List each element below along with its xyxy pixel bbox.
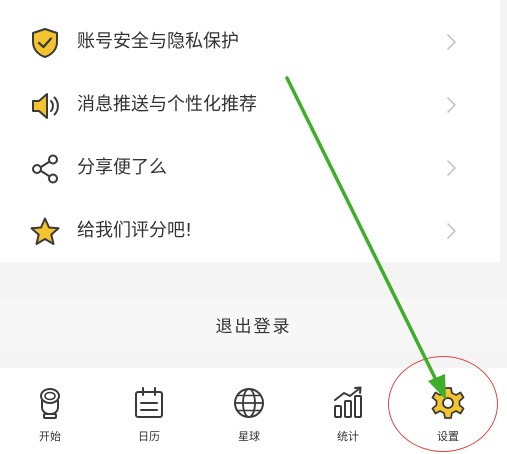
chevron-right-icon (441, 32, 461, 52)
globe-icon (231, 385, 267, 421)
chevron-right-icon (441, 221, 461, 241)
tab-start[interactable]: 开始 (0, 368, 100, 454)
tab-planet[interactable]: 星球 (199, 368, 299, 454)
stats-icon (330, 385, 366, 421)
chevron-right-icon (441, 158, 461, 178)
section-gap (0, 262, 507, 298)
star-icon (28, 215, 62, 249)
tab-label: 开始 (39, 430, 61, 443)
menu-item-share[interactable]: 分享便了么 (0, 137, 500, 199)
menu-item-rate-us[interactable]: 给我们评分吧! (0, 200, 500, 262)
menu-item-push-notifications[interactable]: 消息推送与个性化推荐 (0, 74, 500, 136)
menu-item-label: 给我们评分吧! (77, 220, 193, 241)
tab-label: 统计 (337, 430, 359, 443)
menu-item-label: 账号安全与隐私保护 (77, 31, 239, 52)
gear-icon (430, 385, 466, 421)
toilet-icon (32, 385, 68, 421)
chevron-right-icon (441, 95, 461, 115)
logout-label: 退出登录 (215, 317, 292, 337)
logout-button[interactable]: 退出登录 (0, 298, 507, 352)
tab-stats[interactable]: 统计 (298, 368, 398, 454)
speaker-icon (28, 89, 62, 123)
menu-item-label: 消息推送与个性化推荐 (77, 94, 257, 115)
calendar-icon (131, 385, 167, 421)
tab-label: 日历 (138, 430, 160, 443)
tab-calendar[interactable]: 日历 (99, 368, 199, 454)
tab-settings[interactable]: 设置 (398, 368, 498, 454)
share-icon (28, 152, 62, 186)
menu-item-account-security[interactable]: 账号安全与隐私保护 (0, 11, 500, 73)
shield-check-icon (28, 26, 62, 60)
settings-list: 账号安全与隐私保护 消息推送与个性化推荐 分享便了么 给我们评分吧! (0, 0, 500, 262)
tab-label: 星球 (238, 430, 260, 443)
menu-item-label: 分享便了么 (77, 157, 167, 178)
tab-label: 设置 (437, 430, 459, 443)
bottom-tab-bar: 开始 日历 星球 统计 设置 (0, 368, 507, 454)
